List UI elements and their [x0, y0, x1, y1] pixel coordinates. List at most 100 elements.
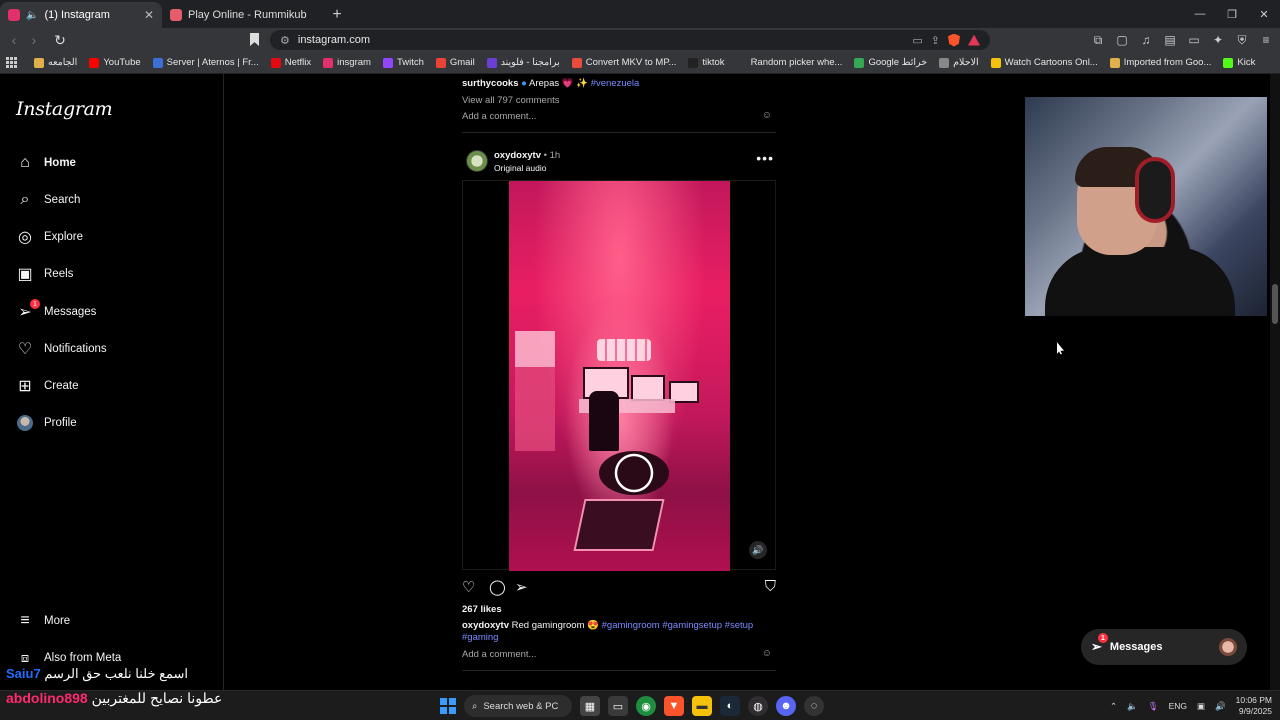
comment-icon[interactable]: ◯	[489, 578, 506, 596]
extension-tools: ⧉ ▢ ♫ ▤ ▭ ✦ ⛨ ≡	[1090, 31, 1274, 49]
minimize-icon[interactable]: —	[1184, 0, 1216, 28]
tab-rummikub[interactable]: Play Online - Rummikub	[162, 2, 324, 28]
leo-ai-icon[interactable]: ✦	[1210, 31, 1226, 49]
post-audio[interactable]: Original audio	[494, 163, 546, 173]
sidebar-item-search[interactable]: ⌕ Search	[16, 189, 81, 211]
network-icon[interactable]: ▣	[1197, 701, 1205, 712]
bookmark-item[interactable]: Convert MKV to MP...	[566, 57, 683, 68]
brave-shields-icon[interactable]	[948, 33, 960, 47]
sidebar-toggle-icon[interactable]: ▤	[1162, 31, 1178, 49]
sidebar-item-create[interactable]: ⊞ Create	[16, 375, 78, 397]
tab-instagram[interactable]: 🔈 (1) Instagram ✕	[0, 2, 162, 28]
taskbar-search[interactable]: ⌕ Search web & PC	[464, 695, 572, 717]
new-tab-button[interactable]: +	[324, 2, 350, 28]
menu-icon[interactable]: ≡	[1258, 31, 1274, 49]
forward-icon[interactable]: ›	[24, 32, 44, 48]
language-indicator[interactable]: ENG	[1169, 701, 1187, 711]
view-all-comments-link[interactable]: View all 797 comments	[462, 95, 560, 106]
steam-icon[interactable]: ◐	[720, 696, 740, 716]
sidebar-item-more[interactable]: ≡ More	[16, 610, 70, 632]
task-view-icon[interactable]: ▦	[580, 696, 600, 716]
bookmark-item[interactable]: Twitch	[377, 57, 430, 68]
discord-icon[interactable]: ☻	[776, 696, 796, 716]
extensions-icon[interactable]: ⧉	[1090, 31, 1106, 49]
page-scrollbar[interactable]	[1270, 74, 1280, 690]
brave-rewards-icon[interactable]	[968, 34, 980, 46]
bookmark-label: الاحلام	[953, 57, 979, 68]
likes-count[interactable]: 267 likes	[462, 604, 502, 615]
post-author-avatar[interactable]	[466, 150, 488, 172]
close-tab-icon[interactable]: ✕	[144, 8, 154, 22]
messages-floating-button[interactable]: ➢ 1 Messages	[1081, 629, 1247, 665]
restore-icon[interactable]: ❐	[1216, 0, 1248, 28]
instagram-logo[interactable]: Instagram	[16, 98, 113, 120]
bookmark-item[interactable]: Imported from Goo...	[1104, 57, 1218, 68]
bookmark-item[interactable]: الجامعه	[28, 57, 83, 68]
microphone-icon[interactable]: 🎙	[1148, 701, 1159, 712]
sidebar-item-messages[interactable]: ➢ 1 Messages	[16, 299, 96, 323]
bookmark-item[interactable]: YouTube	[83, 57, 146, 68]
bookmark-item[interactable]: الاحلام	[933, 57, 984, 68]
bookmark-item[interactable]: Server | Aternos | Fr...	[147, 57, 265, 68]
sidebar-item-home[interactable]: ⌂ Home	[16, 152, 76, 174]
file-icon[interactable]: ▭	[608, 696, 628, 716]
volume-icon[interactable]: 🔈	[1127, 701, 1138, 712]
brave-icon[interactable]: ▼	[664, 696, 684, 716]
bookmark-item[interactable]: Google خرائط	[848, 57, 933, 68]
sidebar-item-explore[interactable]: ◎ Explore	[16, 226, 83, 248]
address-bar[interactable]: ⚙ instagram.com ▭ ⇪	[270, 30, 990, 50]
bookmark-item[interactable]: Kick	[1217, 57, 1261, 68]
file-explorer-icon[interactable]: ▬	[692, 696, 712, 716]
back-icon[interactable]: ‹	[4, 32, 24, 48]
prev-add-comment-input[interactable]: Add a comment...	[462, 111, 536, 122]
scrollbar-thumb[interactable]	[1272, 284, 1278, 324]
bookmark-label: Google خرائط	[868, 57, 928, 68]
share-icon[interactable]: ⇪	[931, 34, 940, 47]
vpn-icon[interactable]: ⛨	[1234, 31, 1250, 49]
site-info-icon[interactable]: ⚙	[280, 34, 290, 47]
app-icon[interactable]: ◌	[804, 696, 824, 716]
bookmark-item[interactable]: tiktok	[682, 57, 730, 68]
prev-post-hashtag[interactable]: #venezuela	[591, 78, 640, 89]
bookmark-item[interactable]: برامجنا - فلويند	[481, 57, 566, 68]
prev-post-username[interactable]: surthycooks	[462, 78, 519, 89]
speaker-icon[interactable]: 🔈	[26, 10, 38, 21]
more-options-icon[interactable]: •••	[756, 150, 774, 166]
save-bookmark-icon[interactable]: ⛉	[765, 578, 776, 595]
reload-icon[interactable]: ↻	[50, 32, 70, 49]
obs-icon[interactable]: ◍	[748, 696, 768, 716]
sidebar-item-profile[interactable]: Profile	[16, 412, 77, 434]
bookmark-item[interactable]: insgram	[317, 57, 377, 68]
bookmark-item[interactable]: Random picker whe...	[731, 57, 849, 68]
bookmark-item[interactable]: Netflix	[265, 57, 317, 68]
mute-toggle-icon[interactable]: 🔊	[749, 541, 767, 559]
taskbar-search-placeholder: Search web & PC	[483, 700, 559, 712]
post-username[interactable]: oxydoxytv	[494, 150, 541, 161]
close-window-icon[interactable]: ✕	[1248, 0, 1280, 28]
chrome-icon[interactable]: ◉	[636, 696, 656, 716]
screenshot-icon[interactable]: ▢	[1114, 31, 1130, 49]
media-icon[interactable]: ♫	[1138, 31, 1154, 49]
emoji-icon[interactable]: ☺	[762, 110, 772, 121]
share-icon[interactable]: ➢	[515, 578, 528, 596]
chevron-up-icon[interactable]: ⌃	[1110, 701, 1117, 712]
apps-grid-icon[interactable]	[6, 56, 18, 69]
speaker-icon[interactable]: 🔊	[1215, 701, 1226, 712]
sidebar-item-reels[interactable]: ▣ Reels	[16, 263, 73, 285]
caption-username[interactable]: oxydoxytv	[462, 620, 509, 631]
bookmark-item[interactable]: Gmail	[430, 57, 481, 68]
wallet-icon[interactable]: ▭	[1186, 31, 1202, 49]
bookmark-page-icon[interactable]	[250, 33, 259, 46]
sidebar-item-notifications[interactable]: ♡ Notifications	[16, 338, 107, 360]
bookmark-label: Imported from Goo...	[1123, 57, 1212, 68]
post-divider	[462, 132, 776, 133]
emoji-icon[interactable]: ☺	[762, 648, 772, 659]
clock-time: 10:06 PM	[1235, 695, 1272, 705]
bookmark-item[interactable]: Watch Cartoons Onl...	[985, 57, 1104, 68]
cast-icon[interactable]: ▭	[912, 34, 922, 47]
windows-start-icon[interactable]	[440, 698, 456, 714]
taskbar-clock[interactable]: 10:06 PM 9/9/2025	[1236, 695, 1272, 717]
add-comment-input[interactable]: Add a comment...	[462, 649, 536, 660]
like-heart-icon[interactable]: ♡	[462, 578, 475, 596]
post-video[interactable]	[509, 181, 730, 571]
